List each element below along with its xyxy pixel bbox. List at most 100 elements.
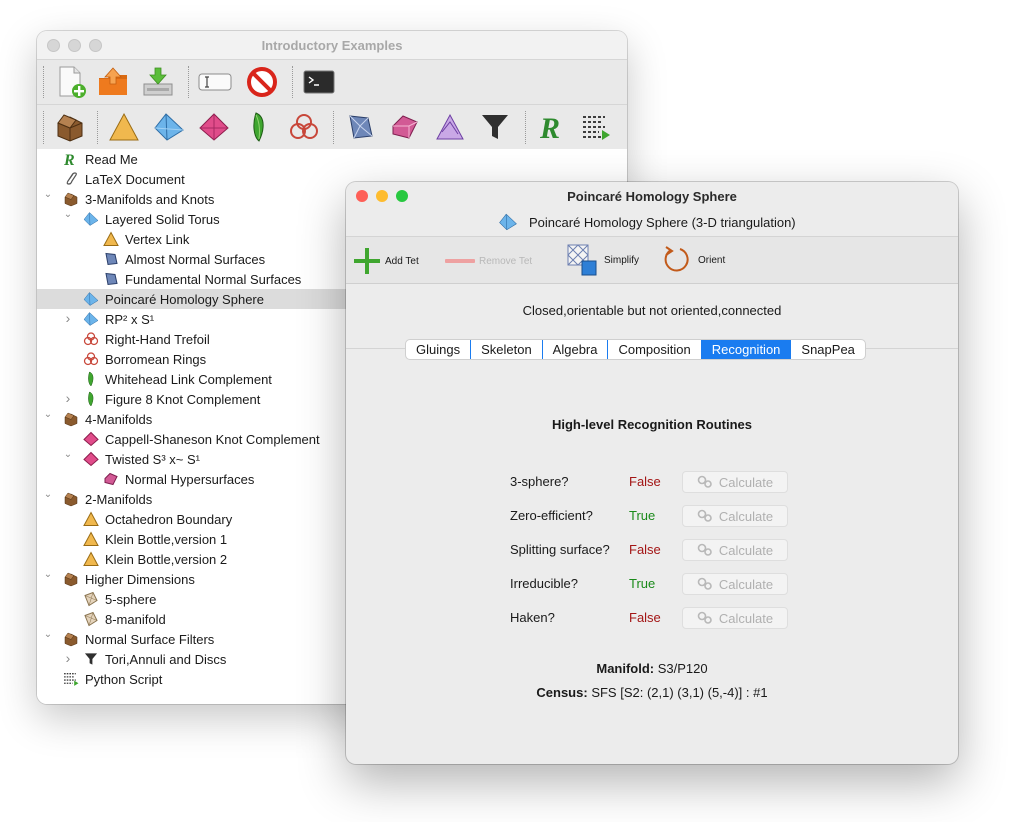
container-icon [63, 411, 79, 427]
remove-tet-button[interactable]: Remove Tet [444, 247, 532, 275]
triangle-icon[interactable] [107, 110, 141, 144]
filter-icon[interactable] [478, 110, 512, 144]
container-icon [63, 191, 79, 207]
tab-recognition[interactable]: Recognition [701, 340, 792, 359]
svg-text:R: R [63, 152, 75, 167]
calculate-button[interactable]: Calculate [682, 607, 788, 629]
recognition-result: True [629, 508, 656, 523]
tree-row-label: Octahedron Boundary [105, 511, 233, 527]
calculate-label: Calculate [718, 542, 774, 558]
chevron-right-icon[interactable]: › [63, 390, 73, 406]
chevron-down-icon[interactable]: ⌄ [43, 629, 53, 640]
remove-tet-label: Remove Tet [479, 255, 533, 267]
triangle-icon [83, 531, 99, 547]
save-file-icon[interactable] [140, 64, 176, 100]
toolbar-separator [525, 111, 526, 144]
triangulation-status: Closed,orientable but not oriented,conne… [522, 303, 782, 318]
toolbar-separator [188, 66, 189, 98]
calculate-label: Calculate [718, 474, 774, 490]
readme-icon[interactable]: R [535, 110, 569, 144]
chevron-down-icon[interactable]: ⌄ [43, 409, 53, 420]
recognition-question: Irreducible? [510, 576, 578, 591]
chevron-right-icon[interactable]: › [63, 310, 73, 326]
terminal-icon[interactable] [301, 64, 337, 100]
tree-row-label: 5-sphere [105, 591, 157, 607]
tree-row-label: Layered Solid Torus [105, 211, 220, 227]
tetrahedron-icon [83, 311, 99, 327]
tetrahedron-icon[interactable] [152, 110, 186, 144]
hypersurfaces-icon[interactable] [388, 110, 422, 144]
container-icon [63, 631, 79, 647]
container-icon[interactable] [53, 110, 87, 144]
snappea-icon[interactable] [242, 110, 276, 144]
chevron-down-icon[interactable]: ⌄ [63, 449, 73, 460]
recognition-question: Zero-efficient? [510, 508, 593, 523]
tetrahedron-icon [498, 213, 518, 234]
tree-row-label: Klein Bottle,version 2 [105, 551, 228, 567]
rename-icon[interactable] [197, 64, 233, 100]
knot-icon[interactable] [287, 110, 321, 144]
container-icon [63, 491, 79, 507]
triangulation-window: Poincaré Homology Sphere Poincaré Homolo… [346, 182, 958, 764]
recognition-row: Haken? False Calculate [510, 607, 790, 629]
generic-triangulation-icon [83, 591, 99, 607]
tab-bar: Gluings Skeleton Algebra Composition Recogni… [405, 339, 866, 360]
new-file-icon[interactable] [53, 64, 89, 100]
filter-icon [83, 651, 99, 667]
delete-icon[interactable] [244, 64, 280, 100]
hypersurfaces-icon [103, 471, 119, 487]
script-icon[interactable] [579, 110, 613, 144]
tab-composition[interactable]: Composition [608, 340, 702, 359]
simplify-button[interactable]: Simplify [566, 243, 639, 277]
triangulation-toolbar: Add Tet Remove Tet Simplify Orient [346, 236, 958, 284]
tree-row-label: Almost Normal Surfaces [125, 251, 266, 267]
tree-row-label: Fundamental Normal Surfaces [125, 271, 302, 287]
packet-toolbar: R [37, 104, 627, 151]
open-file-icon[interactable] [95, 64, 131, 100]
tetrahedron-icon [83, 211, 99, 227]
dialog-title: Poincaré Homology Sphere [567, 189, 737, 204]
toolbar-separator [97, 111, 98, 144]
tab-gluings[interactable]: Gluings [406, 340, 472, 359]
chevron-down-icon[interactable]: ⌄ [43, 489, 53, 500]
gears-icon [697, 543, 712, 556]
toolbar-separator [43, 66, 44, 98]
tree-row-label: Normal Surface Filters [85, 631, 215, 647]
simplify-label: Simplify [604, 254, 640, 266]
calculate-button[interactable]: Calculate [682, 471, 788, 493]
tree-row-label: Normal Hypersurfaces [125, 471, 255, 487]
pentachoron-icon[interactable] [197, 110, 231, 144]
tree-row-label: RP² x S¹ [105, 311, 155, 327]
tree-row-label: Poincaré Homology Sphere [105, 291, 264, 307]
dialog-titlebar: Poincaré Homology Sphere [346, 182, 958, 210]
chevron-down-icon[interactable]: ⌄ [43, 189, 53, 200]
tab-snappea[interactable]: SnapPea [791, 340, 865, 359]
orient-button[interactable]: Orient [662, 245, 725, 275]
knot-icon [83, 351, 99, 367]
tab-skeleton[interactable]: Skeleton [471, 340, 543, 359]
calculate-label: Calculate [718, 610, 774, 626]
add-tet-label: Add Tet [385, 255, 419, 267]
calculate-button[interactable]: Calculate [682, 573, 788, 595]
svg-text:R: R [539, 112, 560, 143]
chevron-right-icon[interactable]: › [63, 650, 73, 666]
add-icon [354, 248, 380, 274]
census-value: SFS [S2: (2,1) (3,1) (5,-4)] : #1 [591, 685, 768, 700]
snappea-icon [83, 371, 99, 387]
tree-row[interactable]: R Read Me [37, 149, 627, 169]
tree-row-label: Python Script [85, 671, 163, 687]
calculate-button[interactable]: Calculate [682, 505, 788, 527]
tab-algebra[interactable]: Algebra [543, 340, 609, 359]
chevron-down-icon[interactable]: ⌄ [43, 569, 53, 580]
calculate-label: Calculate [718, 576, 774, 592]
latex-icon [63, 171, 79, 187]
recognition-question: Haken? [510, 610, 555, 625]
angle-structure-icon[interactable] [433, 110, 467, 144]
packet-header-label: Poincaré Homology Sphere (3-D triangulat… [529, 215, 796, 230]
add-tet-button[interactable]: Add Tet [352, 247, 419, 275]
calculate-button[interactable]: Calculate [682, 539, 788, 561]
recognition-row: Zero-efficient? True Calculate [510, 505, 790, 527]
normal-surfaces-icon[interactable] [343, 110, 377, 144]
knot-icon [83, 331, 99, 347]
chevron-down-icon[interactable]: ⌄ [63, 209, 73, 220]
